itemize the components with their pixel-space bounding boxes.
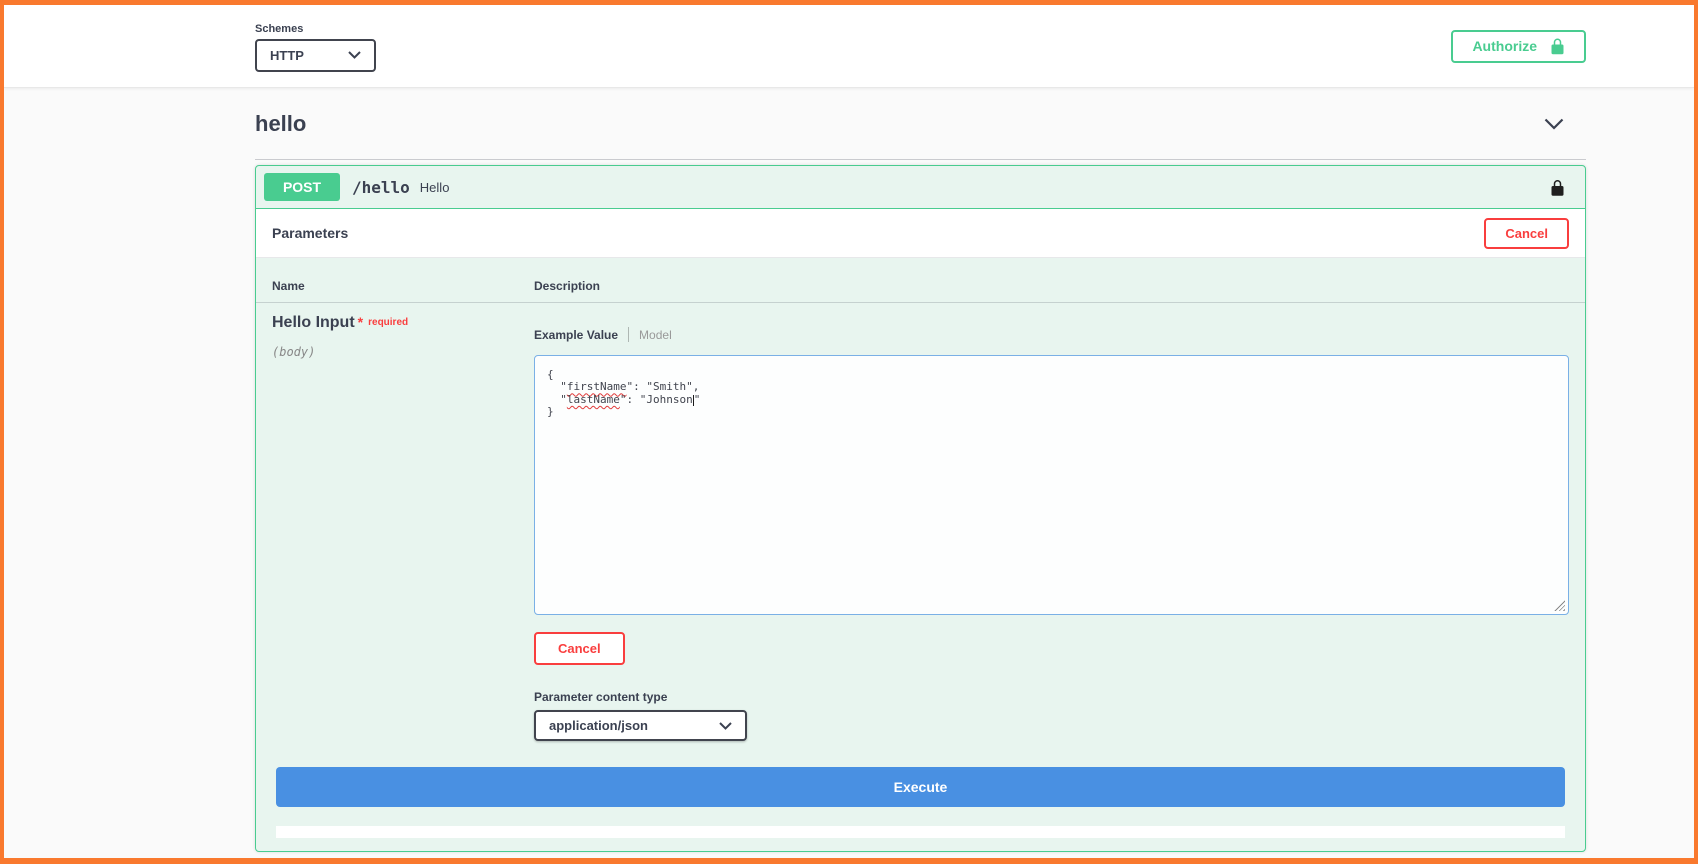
- page-frame: Schemes HTTP Authorize hello POST /hello…: [0, 0, 1698, 864]
- name-column-header: Name: [272, 279, 305, 293]
- body-param-textarea[interactable]: { "firstName": "Smith", "lastName": "Joh…: [534, 355, 1569, 615]
- chevron-down-icon: [348, 51, 361, 59]
- required-label: required: [368, 317, 409, 328]
- opblock-post-hello: POST /hello Hello Parameters Cancel Name…: [255, 165, 1586, 852]
- parameters-table-head: Name Description: [256, 258, 1585, 303]
- required-star: *: [357, 314, 364, 330]
- schemes-label: Schemes: [255, 22, 304, 35]
- body-cancel-button[interactable]: Cancel: [534, 632, 625, 665]
- lock-closed-icon: [1550, 37, 1565, 55]
- model-example-tabs: Example Value Model: [534, 327, 1569, 342]
- textarea-resize-handle[interactable]: [1554, 600, 1565, 611]
- tag-section-header[interactable]: hello: [255, 88, 1586, 160]
- operation-lock-button[interactable]: [1550, 178, 1565, 197]
- operation-summary: Hello: [419, 179, 450, 195]
- method-badge: POST: [264, 173, 340, 201]
- parameter-description-cell: Example Value Model { "firstName": "Smit…: [534, 303, 1569, 741]
- lock-closed-icon: [1551, 179, 1564, 196]
- operation-header[interactable]: POST /hello Hello: [256, 166, 1585, 209]
- schemes-group: Schemes HTTP: [255, 21, 376, 72]
- content-type-select[interactable]: application/json: [534, 710, 747, 741]
- content-type-selected-value: application/json: [549, 718, 648, 733]
- parameter-name: Hello Input: [272, 314, 355, 331]
- json-line: }: [547, 405, 554, 419]
- scheme-selected-value: HTTP: [270, 47, 304, 63]
- chevron-down-icon: [719, 721, 732, 730]
- parameters-title: Parameters: [272, 225, 349, 241]
- parameter-content-type-label: Parameter content type: [534, 690, 668, 704]
- authorize-button[interactable]: Authorize: [1451, 29, 1586, 63]
- authorize-label: Authorize: [1472, 38, 1537, 54]
- tab-separator: [628, 327, 630, 342]
- parameter-location: (body): [272, 345, 316, 359]
- tag-title: hello: [255, 110, 307, 136]
- operation-path: /hello: [352, 177, 410, 197]
- topbar: Schemes HTTP Authorize: [4, 5, 1694, 88]
- scheme-select[interactable]: HTTP: [255, 38, 376, 72]
- tab-example-value[interactable]: Example Value: [534, 328, 618, 342]
- misspelled-key: lastName: [566, 392, 620, 406]
- description-column-header: Description: [534, 279, 601, 293]
- misspelled-key: firstName: [566, 380, 627, 394]
- execute-section: Execute: [256, 741, 1585, 838]
- parameter-row: Hello Input * required (body) Example Valu…: [256, 303, 1585, 741]
- tab-model[interactable]: Model: [639, 328, 672, 342]
- try-it-out-cancel-button[interactable]: Cancel: [1484, 217, 1569, 249]
- responses-section-stub: [276, 826, 1565, 838]
- execute-button[interactable]: Execute: [276, 767, 1565, 807]
- json-line: "lastName": "Johnson": [547, 392, 701, 406]
- chevron-down-icon[interactable]: [1544, 118, 1564, 130]
- parameters-header: Parameters Cancel: [256, 209, 1585, 258]
- parameter-name-cell: Hello Input * required (body): [272, 303, 534, 741]
